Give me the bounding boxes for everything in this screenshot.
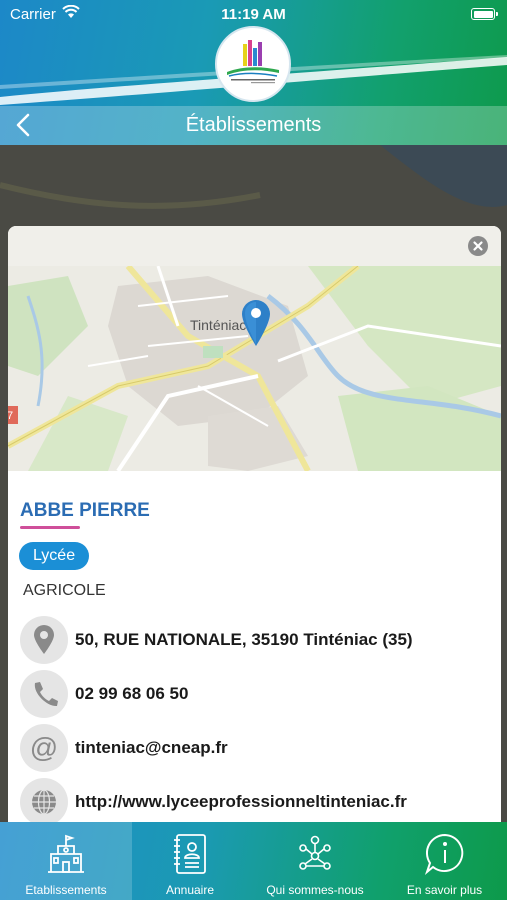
close-button[interactable] xyxy=(468,236,488,256)
tab-qui-sommes-nous[interactable]: Qui sommes-nous xyxy=(248,822,382,900)
phone-text: 02 99 68 06 50 xyxy=(75,684,189,703)
battery-icon xyxy=(471,8,498,20)
status-bar: Carrier 11:19 AM xyxy=(0,0,507,28)
tab-label: En savoir plus xyxy=(406,883,483,897)
establishment-detail-card: Tinténiac 7 ABBE PIERRE Lycée AGRICOLE 5… xyxy=(8,226,501,826)
directory-book-icon xyxy=(174,834,206,874)
website-row[interactable]: http://www.lyceeprofessionneltinteniac.f… xyxy=(20,778,490,826)
tab-label: Annuaire xyxy=(165,883,215,897)
organization-logo xyxy=(215,26,291,102)
establishment-name: ABBE PIERRE xyxy=(20,500,150,521)
close-icon xyxy=(473,241,483,251)
navigation-bar: Établissements xyxy=(0,106,507,145)
people-network-icon xyxy=(299,835,331,870)
info-bubble-icon xyxy=(424,833,463,876)
tab-etablissements[interactable]: Etablissements xyxy=(0,822,132,900)
at-sign-icon: @ xyxy=(20,724,68,772)
app-header: Carrier 11:19 AM Établissements xyxy=(0,0,507,145)
tab-label: Etablissements xyxy=(25,883,107,897)
map-road-number: 7 xyxy=(8,410,13,422)
tab-bar: Etablissements Annuaire Qui sommes-nous xyxy=(0,822,507,900)
location-map[interactable]: Tinténiac 7 xyxy=(8,266,501,471)
name-underline-decoration xyxy=(20,526,80,529)
email-text: tinteniac@cneap.fr xyxy=(75,738,228,757)
map-town-label: Tinténiac xyxy=(190,317,246,333)
svg-text:@: @ xyxy=(30,732,58,763)
tab-en-savoir-plus[interactable]: En savoir plus xyxy=(382,822,507,900)
phone-icon xyxy=(20,670,68,718)
page-title: Établissements xyxy=(185,114,322,136)
phone-row[interactable]: 02 99 68 06 50 xyxy=(20,670,490,718)
tab-annuaire[interactable]: Annuaire xyxy=(132,822,248,900)
map-header-strip xyxy=(8,226,501,266)
location-pin-icon xyxy=(242,300,270,346)
globe-icon xyxy=(20,778,68,826)
type-badge: Lycée xyxy=(19,542,90,570)
email-row[interactable]: @ tinteniac@cneap.fr xyxy=(20,724,490,772)
website-link[interactable]: http://www.lyceeprofessionneltinteniac.f… xyxy=(75,792,407,812)
establishment-category: AGRICOLE xyxy=(23,582,106,599)
tab-label: Qui sommes-nous xyxy=(266,883,364,897)
school-building-icon xyxy=(48,834,84,873)
clock: 11:19 AM xyxy=(221,6,286,23)
address-row[interactable]: 50, RUE NATIONALE, 35190 Tinténiac (35) xyxy=(20,616,490,664)
address-text: 50, RUE NATIONALE, 35190 Tinténiac (35) xyxy=(75,630,413,649)
map-pin-icon xyxy=(20,616,68,664)
